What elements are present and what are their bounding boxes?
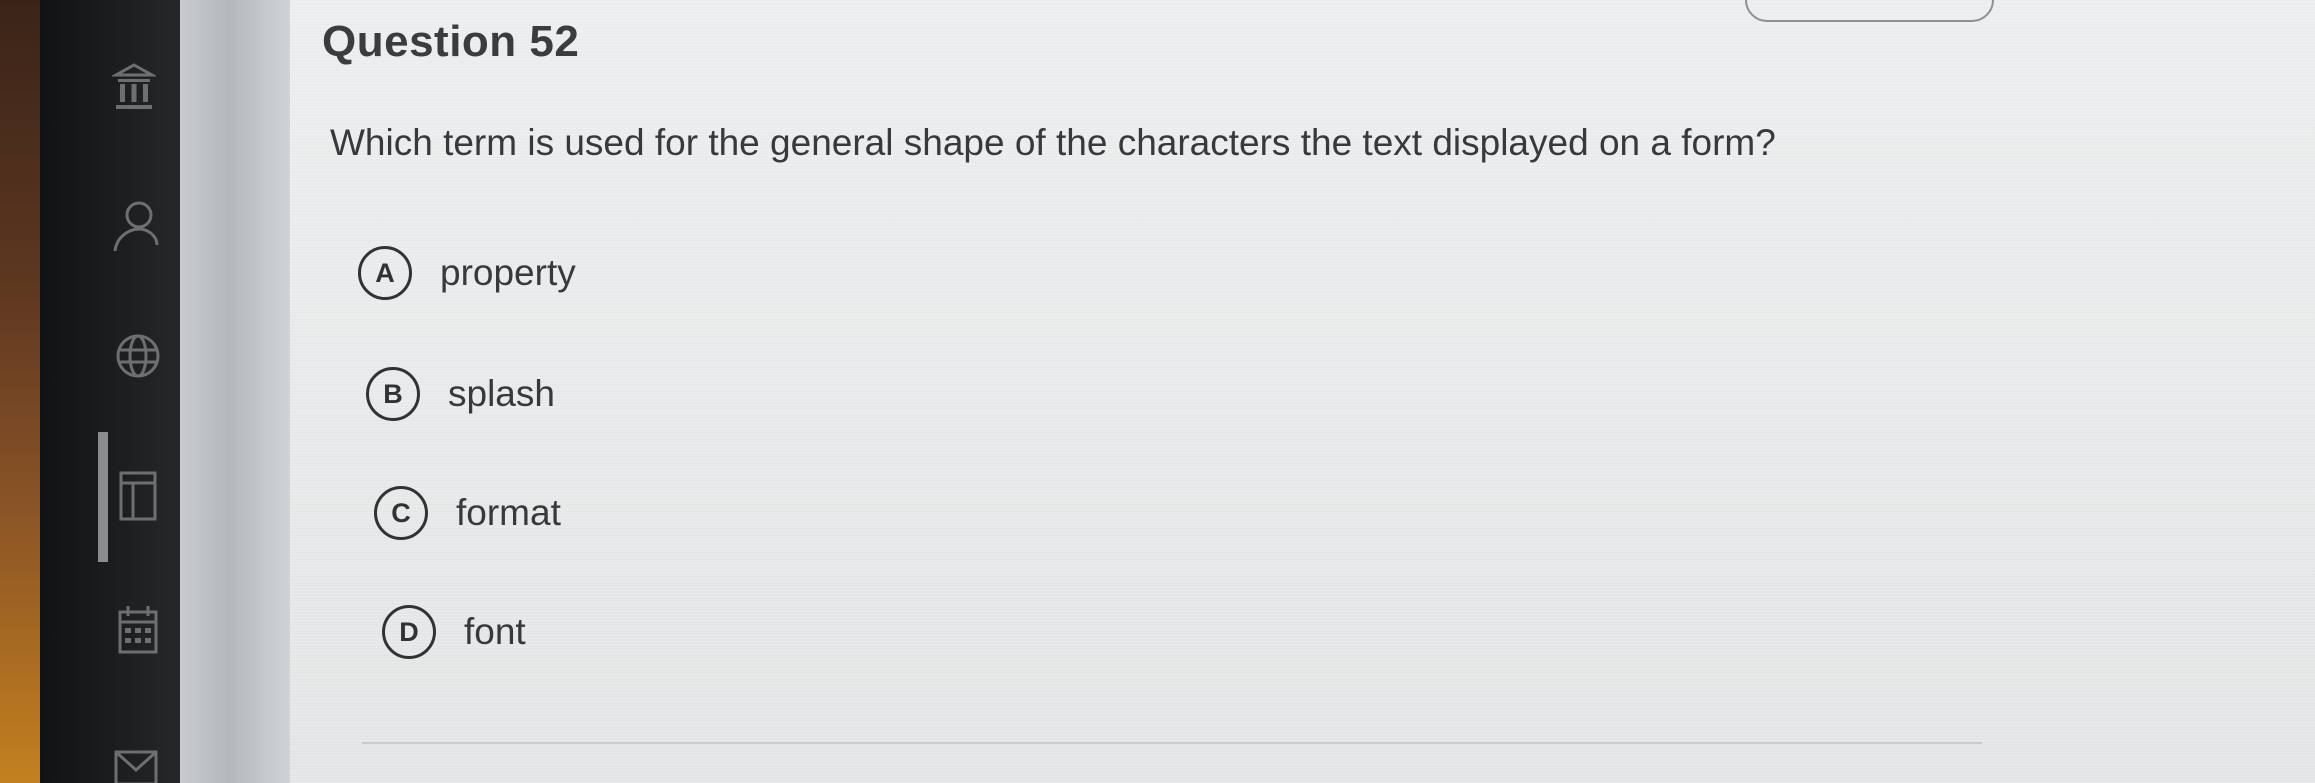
question-title: Question 52	[322, 17, 580, 67]
option-d-label: font	[464, 611, 526, 652]
option-b-letter: B	[366, 367, 420, 421]
option-a-letter: A	[358, 246, 412, 300]
option-c-label: format	[456, 492, 561, 533]
calendar-icon[interactable]	[108, 605, 160, 657]
option-b[interactable]: B splash	[366, 359, 555, 429]
option-d-letter: D	[382, 605, 436, 659]
mail-icon[interactable]	[108, 742, 160, 783]
globe-icon[interactable]	[108, 330, 160, 382]
desk-background	[0, 0, 40, 783]
option-b-label: splash	[448, 373, 555, 414]
sidebar	[40, 0, 180, 783]
option-d[interactable]: D font	[382, 597, 526, 667]
document-icon[interactable]	[108, 470, 160, 522]
user-icon[interactable]	[108, 200, 160, 252]
question-panel	[290, 0, 2315, 783]
option-a[interactable]: A property	[358, 238, 576, 308]
divider	[362, 742, 1982, 744]
option-c-letter: C	[374, 486, 428, 540]
screen-bezel	[180, 0, 290, 783]
active-nav-indicator	[98, 432, 108, 562]
option-c[interactable]: C format	[374, 478, 561, 548]
institution-icon[interactable]	[108, 62, 160, 114]
question-text: Which term is used for the general shape…	[330, 122, 1776, 163]
top-button[interactable]	[1745, 0, 1994, 22]
option-a-label: property	[440, 252, 576, 293]
